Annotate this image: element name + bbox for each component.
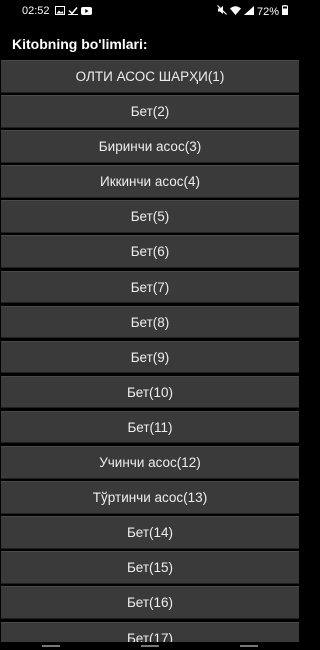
- chapter-item[interactable]: Бет(6): [1, 235, 299, 268]
- back-button[interactable]: [240, 645, 258, 647]
- battery-icon: [282, 5, 288, 18]
- status-time: 02:52: [22, 5, 50, 17]
- wifi-icon: [229, 5, 241, 18]
- chapter-item[interactable]: Иккинчи асос(4): [1, 165, 299, 198]
- battery-percent: 72%: [256, 5, 279, 18]
- gallery-icon: [55, 6, 65, 18]
- recents-button[interactable]: [42, 645, 60, 647]
- chapter-item[interactable]: Бет(11): [1, 410, 299, 444]
- chapter-item[interactable]: Бет(14): [1, 516, 299, 549]
- status-right-group: 72%: [217, 5, 288, 18]
- chapter-item[interactable]: Бет(17): [1, 621, 299, 642]
- chapter-item[interactable]: Учинчи асос(12): [1, 446, 299, 479]
- navigation-bar: [0, 642, 300, 650]
- chapter-item[interactable]: Бет(9): [1, 340, 299, 374]
- chapter-item[interactable]: ОЛТИ АСОС ШАРҲИ(1): [1, 60, 299, 93]
- chapter-item[interactable]: Бет(8): [1, 305, 299, 339]
- home-button[interactable]: [141, 645, 159, 647]
- status-bar: 02:52 72%: [0, 0, 300, 24]
- chapter-item[interactable]: Бет(5): [1, 200, 299, 233]
- chapter-item[interactable]: Бет(16): [1, 586, 299, 619]
- signal-icon: [243, 5, 254, 18]
- chapter-item[interactable]: Бет(7): [1, 270, 299, 304]
- mute-icon: [217, 5, 227, 18]
- status-left-icons: [55, 6, 92, 18]
- chapter-list[interactable]: ОЛТИ АСОС ШАРҲИ(1) Бет(2) Биринчи асос(3…: [0, 60, 300, 642]
- chapter-item[interactable]: Бет(15): [1, 551, 299, 584]
- chapter-item[interactable]: Биринчи асос(3): [1, 130, 299, 163]
- page-title: Kitobning bo'limlari:: [12, 36, 148, 52]
- chapter-item[interactable]: Бет(10): [1, 375, 299, 409]
- chapter-item[interactable]: Тўртинчи асос(13): [1, 481, 299, 514]
- app-screen: 02:52 72% Kitobning bo'limlari: ОЛТИ АСО…: [0, 0, 300, 650]
- youtube-icon: [81, 6, 92, 18]
- chapter-item[interactable]: Бет(2): [1, 95, 299, 128]
- check-icon: [68, 6, 78, 18]
